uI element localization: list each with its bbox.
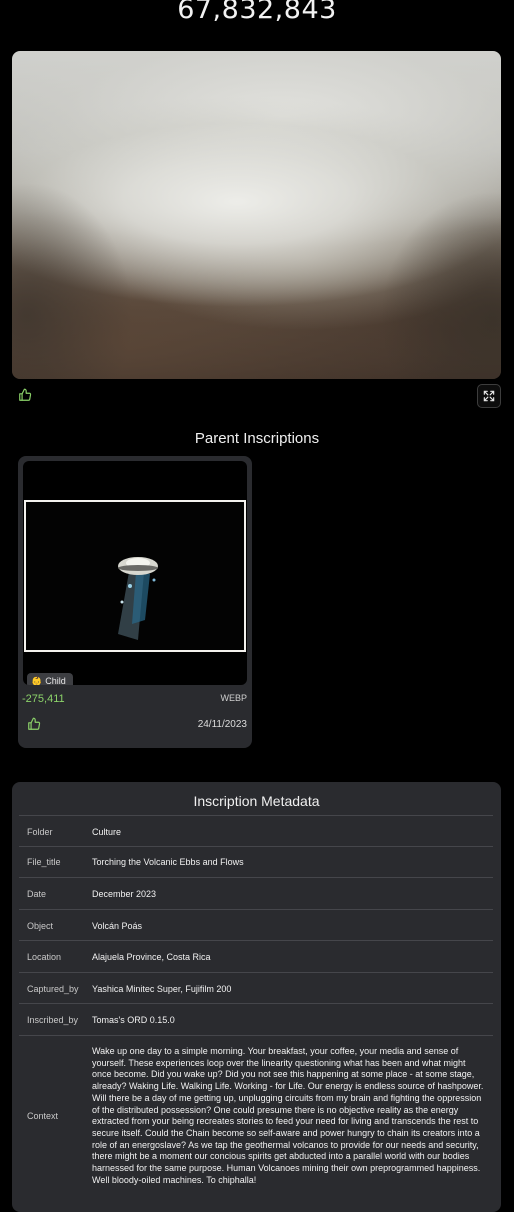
metadata-value: Alajuela Province, Costa Rica <box>92 952 211 962</box>
parent-inscription-card[interactable]: 👶 Child -275,411 WEBP 24/11/2023 <box>18 456 252 748</box>
ufo-image <box>118 557 158 640</box>
like-button[interactable] <box>16 386 34 404</box>
metadata-value: Tomas's ORD 0.15.0 <box>92 1015 175 1025</box>
metadata-value: Volcán Poás <box>92 921 143 931</box>
metadata-key: Context <box>27 1111 59 1121</box>
metadata-key: Object <box>27 921 54 931</box>
metadata-value: Torching the Volcanic Ebbs and Flows <box>92 857 244 867</box>
expand-icon <box>483 390 495 402</box>
inscription-metadata-panel: Inscription Metadata Folder Culture File… <box>12 782 501 1212</box>
metadata-row-location: Location Alajuela Province, Costa Rica <box>19 940 493 972</box>
baby-icon: 👶 <box>31 675 43 686</box>
metadata-row-captured-by: Captured_by Yashica Minitec Super, Fujif… <box>19 972 493 1003</box>
crater-rocks-right <box>341 171 501 379</box>
child-badge-label: Child <box>45 676 66 685</box>
metadata-key: Captured_by <box>27 984 79 994</box>
parent-inscriptions-title: Parent Inscriptions <box>194 430 320 447</box>
metadata-row-inscribed-by: Inscribed_by Tomas's ORD 0.15.0 <box>19 1003 493 1035</box>
thumbs-up-icon <box>19 388 32 401</box>
metadata-key: Location <box>27 952 62 962</box>
parent-inscription-number: -275,411 <box>22 693 65 705</box>
inscription-image[interactable] <box>12 51 501 379</box>
metadata-row-file-title: File_title Torching the Volcanic Ebbs an… <box>19 846 493 877</box>
thumbnail-photo-frame <box>24 500 246 652</box>
metadata-value: Wake up one day to a simple morning. You… <box>92 1046 484 1185</box>
metadata-title: Inscription Metadata <box>193 793 320 809</box>
parent-date: 24/11/2023 <box>197 719 247 730</box>
metadata-row-context: Context Wake up one day to a simple morn… <box>19 1035 493 1199</box>
metadata-key: Date <box>27 889 47 899</box>
metadata-row-folder: Folder Culture <box>19 815 493 846</box>
child-badge: 👶 Child <box>27 673 73 685</box>
metadata-value: Yashica Minitec Super, Fujifilm 200 <box>92 984 232 994</box>
metadata-key: File_title <box>27 857 61 867</box>
metadata-value: Culture <box>92 827 122 837</box>
metadata-row-object: Object Volcán Poás <box>19 909 493 940</box>
parent-like-button[interactable] <box>27 717 42 732</box>
thumbs-up-icon <box>28 717 41 730</box>
crater-rocks-left <box>12 161 162 379</box>
metadata-key: Inscribed_by <box>27 1015 79 1025</box>
metadata-value: December 2023 <box>92 889 157 899</box>
metadata-key: Folder <box>27 827 53 837</box>
parent-thumbnail[interactable]: 👶 Child <box>23 461 247 685</box>
expand-button[interactable] <box>477 384 501 408</box>
inscription-number: 67,832,843 <box>177 0 337 25</box>
parent-file-type: WEBP <box>220 693 247 703</box>
metadata-row-date: Date December 2023 <box>19 877 493 909</box>
